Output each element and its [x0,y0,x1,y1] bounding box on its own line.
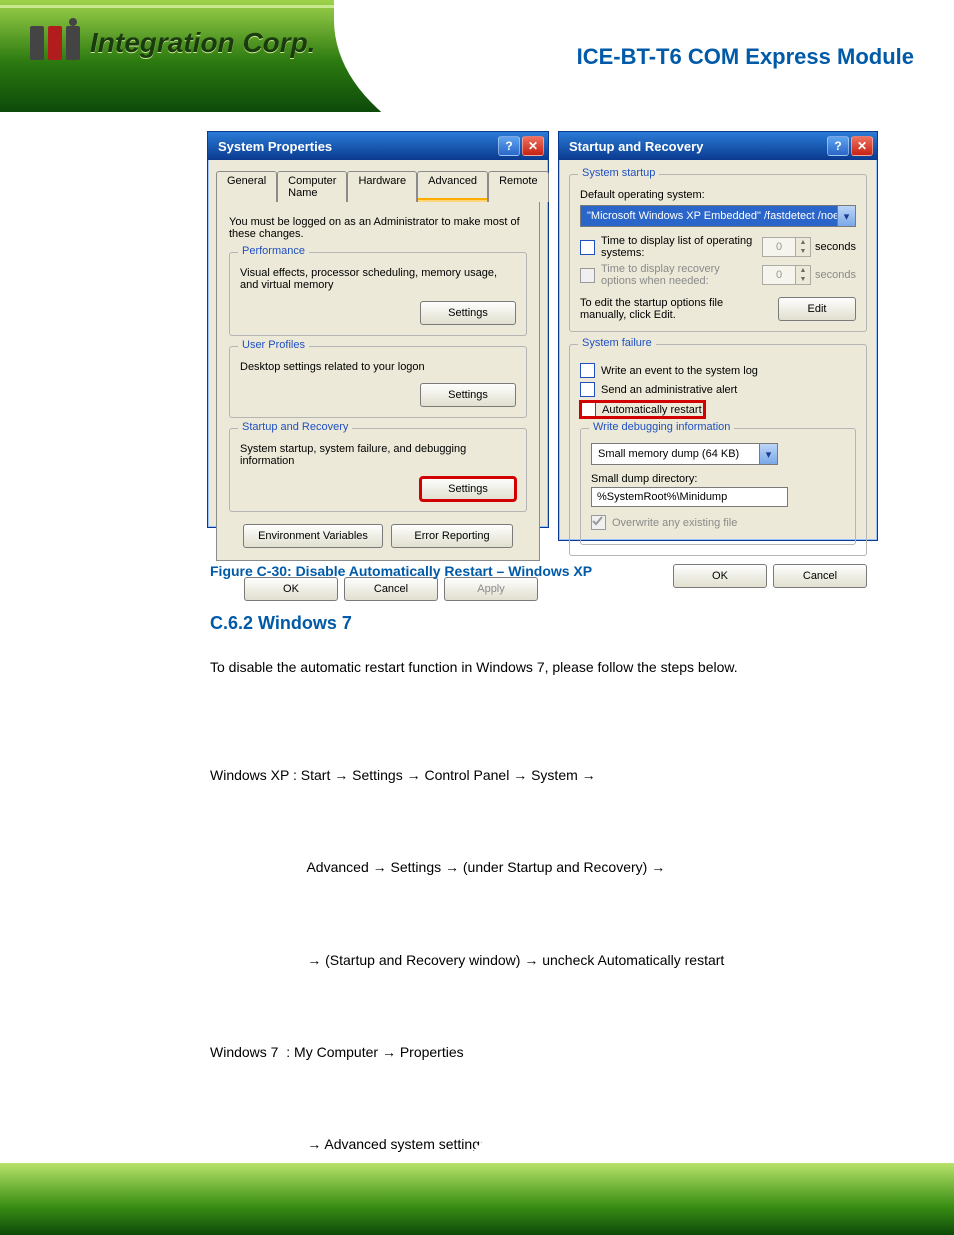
close-icon: ✕ [857,139,867,153]
nav-line: → (Startup and Recovery window) → unchec… [210,945,890,976]
startup-group: Startup and Recovery System startup, sys… [229,428,527,512]
nav-line: Windows XP : Start → Settings → Control … [210,760,890,791]
edit-startup-text: To edit the startup options file manuall… [580,297,770,321]
page-number: Page 142 [30,1129,99,1147]
dump-type-value: Small memory dump (64 KB) [592,448,759,460]
system-failure-legend: System failure [578,337,656,349]
auto-restart-label: Automatically restart [602,404,702,416]
dump-dir-value: %SystemRoot%\Minidump [597,491,727,503]
titlebar[interactable]: System Properties ? ✕ [208,132,548,160]
tab-advanced[interactable]: Advanced [417,171,488,202]
startup-settings-button[interactable]: Settings [420,477,516,501]
display-recovery-seconds-spinner: ▲▼ [762,265,811,285]
display-os-list-checkbox[interactable] [580,240,595,255]
system-failure-group: System failure Write an event to the sys… [569,344,867,556]
logo: Integration Corp. [30,26,316,60]
display-os-seconds-value[interactable] [763,240,795,254]
send-alert-checkbox[interactable] [580,382,595,397]
display-os-seconds-spinner[interactable]: ▲▼ [762,237,811,257]
default-os-value: "Microsoft Windows XP Embedded" /fastdet… [581,210,837,222]
display-os-list-label: Time to display list of operating system… [601,235,756,259]
close-button[interactable]: ✕ [851,136,873,156]
dump-dir-label: Small dump directory: [591,473,845,485]
error-reporting-button[interactable]: Error Reporting [391,524,513,548]
document-title: ICE-BT-T6 COM Express Module [577,44,914,70]
startup-desc: System startup, system failure, and debu… [240,443,516,467]
tab-body: You must be logged on as an Administrato… [216,201,540,561]
dump-dir-field[interactable]: %SystemRoot%\Minidump [591,487,788,507]
debug-info-group: Write debugging information Small memory… [580,428,856,545]
system-startup-group: System startup Default operating system:… [569,174,867,332]
debug-info-legend: Write debugging information [589,421,734,433]
tab-hardware[interactable]: Hardware [347,171,417,202]
dump-type-combo[interactable]: Small memory dump (64 KB) ▾ [591,443,778,465]
help-button[interactable]: ? [498,136,520,156]
figure-caption: Figure C-30: Disable Automatically Resta… [210,560,890,584]
system-properties-dialog: System Properties ? ✕ General Computer N… [207,131,549,528]
checkmark-icon [592,516,603,527]
performance-desc: Visual effects, processor scheduling, me… [240,267,516,291]
startup-legend: Startup and Recovery [238,421,352,433]
chevron-down-icon: ▾ [759,444,777,464]
tab-strip: General Computer Name Hardware Advanced … [216,170,540,201]
close-icon: ✕ [528,139,538,153]
tab-remote[interactable]: Remote [488,171,549,202]
default-os-label: Default operating system: [580,189,856,201]
tab-computer-name[interactable]: Computer Name [277,171,347,202]
close-button[interactable]: ✕ [522,136,544,156]
spinner-up-icon: ▲ [795,266,810,275]
seconds-label: seconds [815,241,856,253]
titlebar-text: System Properties [218,139,332,154]
write-event-label: Write an event to the system log [601,365,758,377]
admin-warning-text: You must be logged on as an Administrato… [229,216,527,240]
titlebar-text: Startup and Recovery [569,139,703,154]
profiles-legend: User Profiles [238,339,309,351]
help-icon: ? [834,139,841,153]
intro-paragraph: To disable the automatic restart functio… [210,656,890,680]
overwrite-label: Overwrite any existing file [612,517,737,529]
auto-restart-checkbox[interactable] [581,402,596,417]
profiles-group: User Profiles Desktop settings related t… [229,346,527,418]
nav-line: Advanced → Settings → (under Startup and… [210,852,890,883]
logo-mark [30,26,80,60]
startup-recovery-dialog: Startup and Recovery ? ✕ System startup … [558,131,878,541]
display-recovery-options-checkbox [580,268,595,283]
performance-legend: Performance [238,245,309,257]
system-startup-legend: System startup [578,167,659,179]
send-alert-label: Send an administrative alert [601,384,737,396]
display-recovery-seconds-value [763,268,795,282]
environment-variables-button[interactable]: Environment Variables [243,524,383,548]
section-heading: C.6.2 Windows 7 [210,608,890,639]
write-event-checkbox[interactable] [580,363,595,378]
spinner-down-icon: ▼ [795,275,810,284]
help-icon: ? [505,139,512,153]
spinner-up-icon: ▲ [795,238,810,247]
seconds-label: seconds [815,269,856,281]
nav-line: Windows 7 : My Computer → Properties [210,1037,890,1068]
display-recovery-options-label: Time to display recovery options when ne… [601,263,756,287]
profiles-desc: Desktop settings related to your logon [240,361,516,373]
performance-group: Performance Visual effects, processor sc… [229,252,527,336]
overwrite-checkbox [591,515,606,530]
titlebar[interactable]: Startup and Recovery ? ✕ [559,132,877,160]
edit-button[interactable]: Edit [778,297,856,321]
spinner-down-icon: ▼ [795,247,810,256]
footer-banner [0,1163,954,1235]
tab-general[interactable]: General [216,171,277,202]
help-button[interactable]: ? [827,136,849,156]
performance-settings-button[interactable]: Settings [420,301,516,325]
logo-text: Integration Corp. [90,27,316,59]
chevron-down-icon: ▾ [837,206,855,226]
profiles-settings-button[interactable]: Settings [420,383,516,407]
default-os-combo[interactable]: "Microsoft Windows XP Embedded" /fastdet… [580,205,856,227]
